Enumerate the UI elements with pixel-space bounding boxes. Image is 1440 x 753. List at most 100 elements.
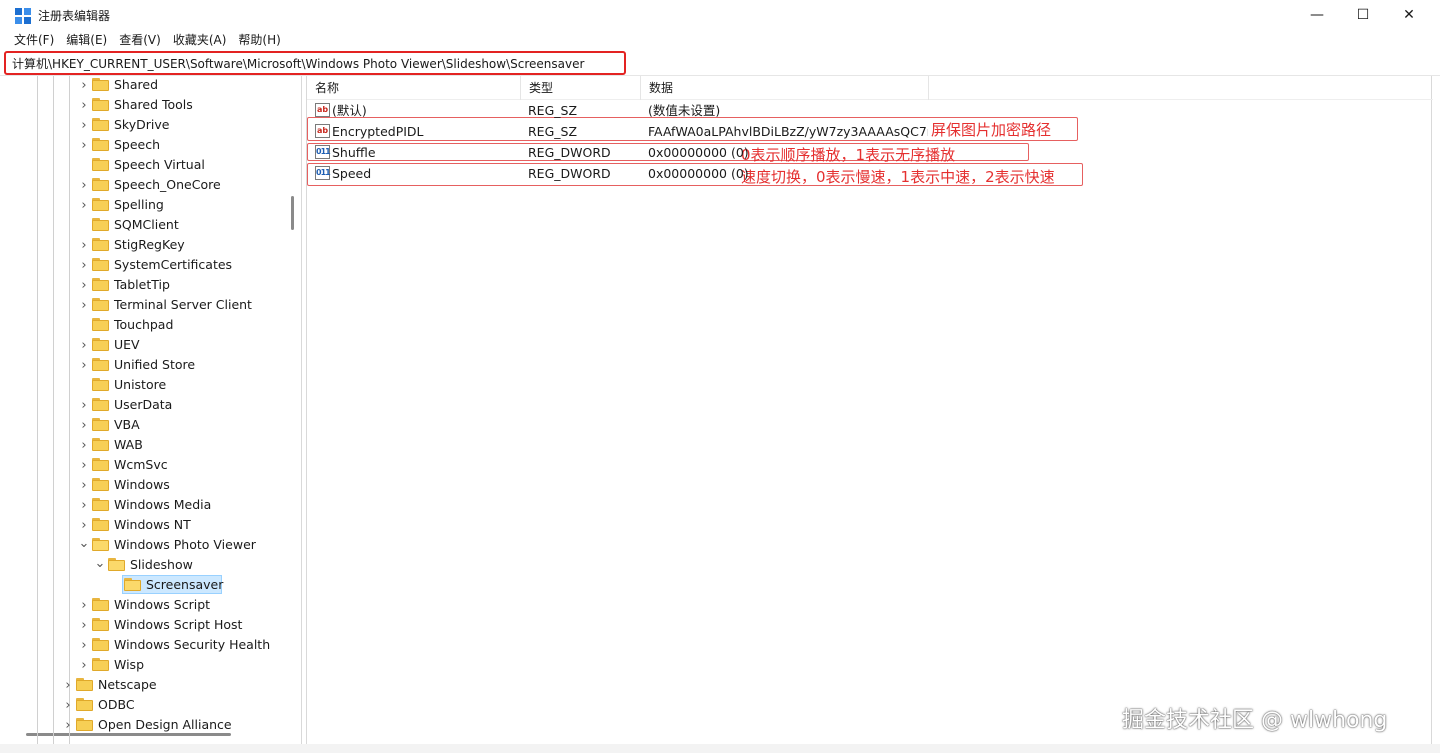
maximize-button[interactable]: ☐ — [1340, 0, 1386, 30]
tree-item-label: Speech Virtual — [114, 157, 205, 172]
tree-item[interactable]: › Windows Script Host — [8, 615, 288, 635]
tree-item[interactable]: › Windows Script — [8, 595, 288, 615]
tree-item[interactable]: Screensaver — [8, 575, 288, 595]
tree-item[interactable]: › Speech — [8, 135, 288, 155]
menu-edit[interactable]: 编辑(E) — [60, 30, 113, 51]
folder-icon — [92, 298, 109, 311]
tree-item[interactable]: Unistore — [8, 375, 288, 395]
chevron-right-icon[interactable]: › — [79, 275, 89, 295]
menu-help[interactable]: 帮助(H) — [232, 30, 286, 51]
column-header-type[interactable]: 类型 — [521, 76, 641, 100]
tree-item[interactable]: › Spelling — [8, 195, 288, 215]
tree-item[interactable]: › Windows NT — [8, 515, 288, 535]
value-row[interactable]: 011 Shuffle REG_DWORD 0x00000000 (0) — [307, 142, 1433, 163]
folder-icon — [92, 278, 109, 291]
chevron-right-icon[interactable]: › — [79, 195, 89, 215]
tree-item-label: WAB — [114, 437, 143, 452]
tree-item[interactable]: › SystemCertificates — [8, 255, 288, 275]
tree-item[interactable]: › WcmSvc — [8, 455, 288, 475]
tree-item[interactable]: Speech Virtual — [8, 155, 288, 175]
folder-icon — [92, 538, 109, 551]
chevron-right-icon[interactable]: › — [63, 675, 73, 695]
menu-file[interactable]: 文件(F) — [8, 30, 60, 51]
chevron-right-icon[interactable]: › — [79, 95, 89, 115]
tree-item[interactable]: ⌄ Windows Photo Viewer — [8, 535, 288, 555]
chevron-right-icon[interactable]: › — [79, 395, 89, 415]
chevron-down-icon[interactable]: ⌄ — [95, 553, 106, 573]
value-data: 0x00000000 (0) — [648, 145, 749, 160]
tree-item-label: StigRegKey — [114, 237, 185, 252]
column-header-name[interactable]: 名称 — [307, 76, 521, 100]
chevron-right-icon[interactable]: › — [79, 455, 89, 475]
chevron-right-icon[interactable]: › — [79, 515, 89, 535]
minimize-button[interactable]: — — [1294, 0, 1340, 30]
column-header-data[interactable]: 数据 — [641, 76, 929, 100]
chevron-right-icon[interactable]: › — [79, 355, 89, 375]
tree-item-label: WcmSvc — [114, 457, 168, 472]
tree-item[interactable]: ⌄ Slideshow — [8, 555, 288, 575]
chevron-right-icon[interactable]: › — [79, 635, 89, 655]
menu-favorites[interactable]: 收藏夹(A) — [167, 30, 233, 51]
tree-item[interactable]: SQMClient — [8, 215, 288, 235]
tree-item[interactable]: › SkyDrive — [8, 115, 288, 135]
tree-item-label: Windows Script — [114, 597, 211, 612]
tree-item-label: SkyDrive — [114, 117, 170, 132]
value-row[interactable]: ab (默认) REG_SZ (数值未设置) — [307, 100, 1433, 121]
tree-item-label: Spelling — [114, 197, 164, 212]
tree-vertical-scrollbar[interactable] — [291, 196, 294, 230]
tree-item[interactable]: › Unified Store — [8, 355, 288, 375]
chevron-right-icon[interactable]: › — [79, 475, 89, 495]
chevron-right-icon[interactable]: › — [79, 615, 89, 635]
tree-item[interactable]: › Netscape — [8, 675, 288, 695]
tree-item[interactable]: › Speech_OneCore — [8, 175, 288, 195]
tree-item[interactable]: › Open Design Alliance — [8, 715, 288, 735]
tree-item[interactable]: › Windows Security Health — [8, 635, 288, 655]
tree-item[interactable]: Touchpad — [8, 315, 288, 335]
folder-icon — [92, 598, 109, 611]
tree-item[interactable]: › Windows — [8, 475, 288, 495]
close-button[interactable]: ✕ — [1386, 0, 1432, 30]
address-bar[interactable]: 计算机\HKEY_CURRENT_USER\Software\Microsoft… — [4, 51, 626, 75]
chevron-right-icon[interactable]: › — [79, 175, 89, 195]
tree-item[interactable]: › Terminal Server Client — [8, 295, 288, 315]
tree-item[interactable]: › UserData — [8, 395, 288, 415]
chevron-right-icon[interactable]: › — [79, 495, 89, 515]
chevron-right-icon[interactable]: › — [79, 235, 89, 255]
window-title: 注册表编辑器 — [38, 9, 111, 23]
chevron-right-icon[interactable]: › — [63, 695, 73, 715]
tree-item[interactable]: › ODBC — [8, 695, 288, 715]
chevron-right-icon[interactable]: › — [79, 655, 89, 675]
value-type: REG_SZ — [528, 103, 578, 118]
value-data: (数值未设置) — [648, 103, 721, 118]
folder-icon — [92, 158, 109, 171]
tree-item[interactable]: › UEV — [8, 335, 288, 355]
chevron-right-icon[interactable]: › — [63, 715, 73, 735]
tree-item[interactable]: › Shared Tools — [8, 95, 288, 115]
menu-view[interactable]: 查看(V) — [113, 30, 167, 51]
chevron-right-icon[interactable]: › — [79, 335, 89, 355]
tree-item[interactable]: › StigRegKey — [8, 235, 288, 255]
value-data: FAAfWA0aLPAhvlBDiLBzZ/yW7zy3AAAAsQC7r... — [648, 124, 928, 139]
chevron-right-icon[interactable]: › — [79, 115, 89, 135]
chevron-down-icon[interactable]: ⌄ — [79, 533, 90, 553]
folder-icon — [76, 718, 93, 731]
chevron-right-icon[interactable]: › — [79, 255, 89, 275]
chevron-right-icon[interactable]: › — [79, 595, 89, 615]
tree-item[interactable]: › Wisp — [8, 655, 288, 675]
chevron-right-icon[interactable]: › — [79, 135, 89, 155]
tree-item[interactable]: › Windows Media — [8, 495, 288, 515]
chevron-right-icon[interactable]: › — [79, 415, 89, 435]
value-row[interactable]: 011 Speed REG_DWORD 0x00000000 (0) — [307, 163, 1433, 184]
chevron-right-icon[interactable]: › — [79, 76, 89, 95]
key-tree-pane[interactable]: › Shared › Shared Tools › SkyDrive › Speech Spee… — [8, 76, 302, 744]
folder-icon — [92, 418, 109, 431]
tree-item[interactable]: › WAB — [8, 435, 288, 455]
tree-item-label: Windows Script Host — [114, 617, 243, 632]
tree-item[interactable]: › Shared — [8, 76, 288, 95]
tree-item[interactable]: › VBA — [8, 415, 288, 435]
value-row[interactable]: ab EncryptedPIDL REG_SZ FAAfWA0aLPAhvlBDiLB… — [307, 121, 1433, 142]
tree-item[interactable]: › TabletTip — [8, 275, 288, 295]
chevron-right-icon[interactable]: › — [79, 435, 89, 455]
folder-icon — [92, 658, 109, 671]
chevron-right-icon[interactable]: › — [79, 295, 89, 315]
